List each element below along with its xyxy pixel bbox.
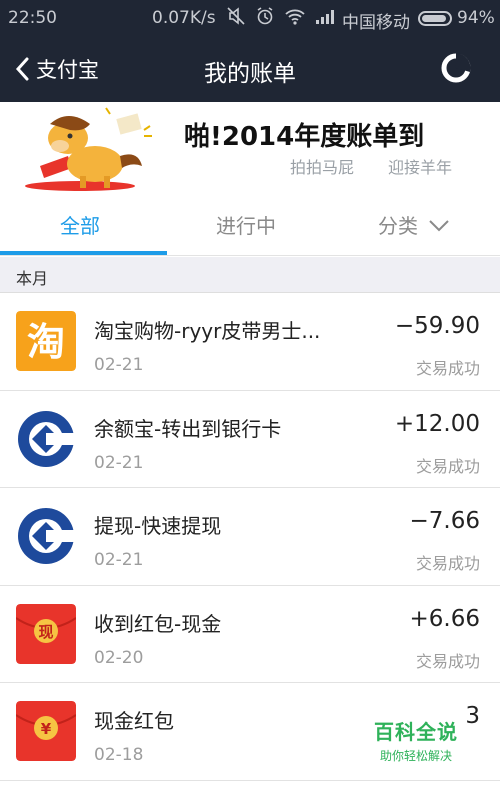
transaction-amount: +6.66 xyxy=(409,605,480,632)
tab-all[interactable]: 全部 xyxy=(60,210,100,239)
section-header: 本月 xyxy=(0,257,500,293)
banner-subtitle-1: 拍拍马屁 xyxy=(290,158,355,177)
horse-mascot-icon xyxy=(25,107,152,191)
transaction-amount: +12.00 xyxy=(394,410,480,437)
transaction-amount: −7.66 xyxy=(409,508,480,534)
transaction-date: 02-21 xyxy=(94,355,144,375)
page-title: 我的账单 xyxy=(204,61,296,87)
mute-icon xyxy=(227,7,245,25)
status-time: 22:50 xyxy=(8,8,57,28)
ccb-bank-icon xyxy=(18,410,76,467)
watermark-main: 百科全说 xyxy=(374,720,458,744)
transaction-row[interactable]: 余额宝-转出到银行卡 02-21 +12.00 交易成功 xyxy=(0,390,500,488)
status-net-speed: 0.07K/s xyxy=(152,8,216,28)
transaction-date: 02-21 xyxy=(94,452,144,473)
taobao-icon-text: 淘 xyxy=(27,320,65,364)
transaction-title: 余额宝-转出到银行卡 xyxy=(94,416,282,441)
transaction-status: 交易成功 xyxy=(415,456,480,476)
tab-in-progress[interactable]: 进行中 xyxy=(216,210,276,239)
tab-category-label: 分类 xyxy=(378,214,418,238)
tab-indicator xyxy=(0,251,167,255)
transaction-status: 交易成功 xyxy=(415,359,480,378)
red-envelope-icon: 现 xyxy=(16,603,76,664)
transaction-date: 02-20 xyxy=(94,647,144,668)
transaction-title: 收到红包-现金 xyxy=(94,611,222,636)
watermark-sub: 助你轻松解决 xyxy=(379,749,452,763)
watermark: 百科全说 助你轻松解决 xyxy=(362,716,470,764)
transaction-title: 淘宝购物-ryyr皮带男士... xyxy=(94,319,321,343)
chart-button[interactable] xyxy=(440,52,472,84)
status-bar: 22:50 0.07K/s 中国移动 94% xyxy=(0,0,500,36)
status-carrier: 中国移动 xyxy=(342,13,410,33)
red-envelope-icon: ¥ xyxy=(16,701,76,761)
tab-category[interactable]: 分类 xyxy=(378,210,450,239)
battery-fill xyxy=(422,15,447,22)
ccb-bank-icon xyxy=(18,508,76,564)
transaction-status: 交易成功 xyxy=(415,554,480,573)
transaction-row[interactable]: 提现-快速提现 02-21 −7.66 交易成功 xyxy=(0,488,500,586)
transaction-date: 02-21 xyxy=(94,550,144,570)
alarm-icon xyxy=(257,7,273,25)
transaction-title: 提现-快速提现 xyxy=(94,514,222,538)
transaction-date: 02-18 xyxy=(94,745,144,765)
red-envelope-icon-text: ¥ xyxy=(41,720,52,738)
battery-icon xyxy=(418,11,452,26)
transaction-row[interactable]: 淘 淘宝购物-ryyr皮带男士... 02-21 −59.90 交易成功 xyxy=(0,293,500,391)
signal-icon xyxy=(316,10,334,24)
banner-subtitle-2: 迎接羊年 xyxy=(388,158,453,177)
pie-chart-icon xyxy=(441,53,471,83)
annual-bill-banner[interactable]: 啪!2014年度账单到 拍拍马屁 迎接羊年 xyxy=(0,102,500,196)
red-envelope-icon-text: 现 xyxy=(38,623,53,641)
nav-bar: 支付宝 我的账单 xyxy=(0,36,500,102)
taobao-icon: 淘 xyxy=(16,311,76,371)
status-battery-percent: 94% xyxy=(457,8,495,28)
transaction-title: 现金红包 xyxy=(94,709,174,733)
transaction-status: 交易成功 xyxy=(415,651,480,671)
tab-bar: 全部 进行中 分类 xyxy=(0,196,500,256)
transaction-row[interactable]: 现 收到红包-现金 02-20 +6.66 交易成功 xyxy=(0,585,500,683)
transaction-amount: −59.90 xyxy=(394,313,480,339)
section-label: 本月 xyxy=(16,269,49,288)
transaction-list: 淘 淘宝购物-ryyr皮带男士... 02-21 −59.90 交易成功 余额宝… xyxy=(0,293,500,781)
wifi-icon xyxy=(285,9,305,25)
banner-title: 啪!2014年度账单到 xyxy=(184,122,425,152)
chevron-down-icon xyxy=(429,219,449,231)
status-icons xyxy=(226,6,337,26)
